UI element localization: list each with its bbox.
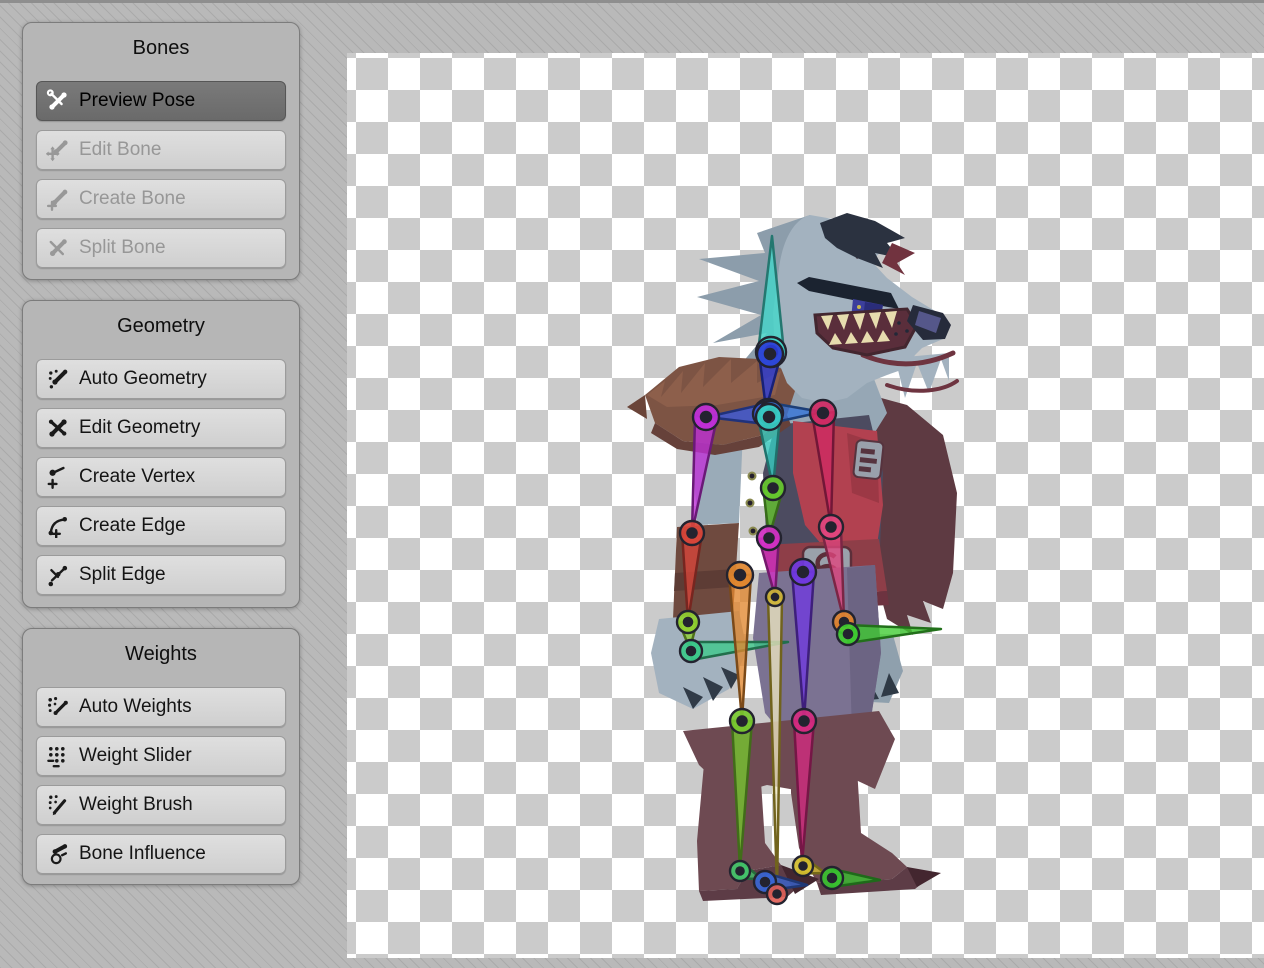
weights-panel-title: Weights: [23, 641, 299, 667]
weight-slider-label: Weight Slider: [79, 745, 192, 767]
create-edge-button[interactable]: Create Edge: [36, 506, 286, 546]
spine-mid-joint[interactable]: [761, 476, 785, 500]
preview-pose-button[interactable]: Preview Pose: [36, 81, 286, 121]
bone-influence-icon: [46, 842, 70, 866]
split-bone-label: Split Bone: [79, 237, 166, 259]
thigh-left-joint[interactable]: [727, 562, 753, 588]
tail-end-joint[interactable]: [767, 884, 787, 904]
auto-geometry-button[interactable]: Auto Geometry: [36, 359, 286, 399]
upper-arm-right-joint[interactable]: [810, 400, 836, 426]
hand-left-joint[interactable]: [680, 640, 702, 662]
auto-geometry-icon: [46, 367, 70, 391]
weight-brush-icon: [46, 793, 70, 817]
forearm-right-joint[interactable]: [819, 515, 843, 539]
create-vertex-label: Create Vertex: [79, 466, 195, 488]
window-top-strip: [0, 0, 1264, 3]
create-edge-label: Create Edge: [79, 515, 186, 537]
bones-panel: Bones Preview Pose Edit Bone Create Bone Spl…: [22, 22, 300, 280]
create-vertex-icon: [46, 465, 70, 489]
create-bone-icon: [46, 187, 70, 211]
auto-geometry-label: Auto Geometry: [79, 368, 207, 390]
character-sprite: [627, 213, 957, 901]
weights-panel: Weights Auto Weights Weight Slider Weight B…: [22, 628, 300, 885]
spine-upper-joint[interactable]: [756, 404, 782, 430]
weight-slider-button[interactable]: Weight Slider: [36, 736, 286, 776]
spine-lower-joint[interactable]: [757, 526, 781, 550]
split-edge-label: Split Edge: [79, 564, 166, 586]
edit-bone-button: Edit Bone: [36, 130, 286, 170]
hand-right-joint[interactable]: [837, 623, 859, 645]
edit-geometry-button[interactable]: Edit Geometry: [36, 408, 286, 448]
create-bone-button: Create Bone: [36, 179, 286, 219]
bone-influence-label: Bone Influence: [79, 843, 206, 865]
create-vertex-button[interactable]: Create Vertex: [36, 457, 286, 497]
bone-influence-button[interactable]: Bone Influence: [36, 834, 286, 874]
weight-slider-icon: [46, 744, 70, 768]
auto-weights-icon: [46, 695, 70, 719]
split-bone-button: Split Bone: [36, 228, 286, 268]
geometry-panel: Geometry Auto Geometry Edit Geometry Create…: [22, 300, 300, 608]
preview-pose-label: Preview Pose: [79, 90, 195, 112]
create-edge-icon: [46, 514, 70, 538]
neck-joint[interactable]: [757, 341, 783, 367]
foot-root-left-joint[interactable]: [730, 861, 750, 881]
shin-left-joint[interactable]: [730, 709, 754, 733]
split-bone-icon: [46, 236, 70, 260]
bones-panel-title: Bones: [23, 35, 299, 61]
foot-right-joint[interactable]: [821, 867, 843, 889]
split-edge-button[interactable]: Split Edge: [36, 555, 286, 595]
foot-root-right-joint[interactable]: [793, 856, 813, 876]
edit-geometry-icon: [46, 416, 70, 440]
auto-weights-button[interactable]: Auto Weights: [36, 687, 286, 727]
sprite-canvas[interactable]: [347, 53, 1264, 958]
shin-right-joint[interactable]: [792, 709, 816, 733]
thigh-right-joint[interactable]: [790, 559, 816, 585]
skinning-editor-window: Bones Preview Pose Edit Bone Create Bone Spl…: [0, 0, 1264, 968]
edit-bone-label: Edit Bone: [79, 139, 161, 161]
forearm-left-joint[interactable]: [680, 521, 704, 545]
edit-bone-icon: [46, 138, 70, 162]
create-bone-label: Create Bone: [79, 188, 186, 210]
weight-brush-button[interactable]: Weight Brush: [36, 785, 286, 825]
geometry-panel-title: Geometry: [23, 313, 299, 339]
preview-pose-icon: [46, 89, 70, 113]
edit-geometry-label: Edit Geometry: [79, 417, 200, 439]
weight-brush-label: Weight Brush: [79, 794, 193, 816]
tail-joint[interactable]: [766, 588, 784, 606]
auto-weights-label: Auto Weights: [79, 696, 192, 718]
hand-root-left-joint[interactable]: [677, 611, 699, 633]
upper-arm-left-joint[interactable]: [693, 404, 719, 430]
split-edge-icon: [46, 563, 70, 587]
